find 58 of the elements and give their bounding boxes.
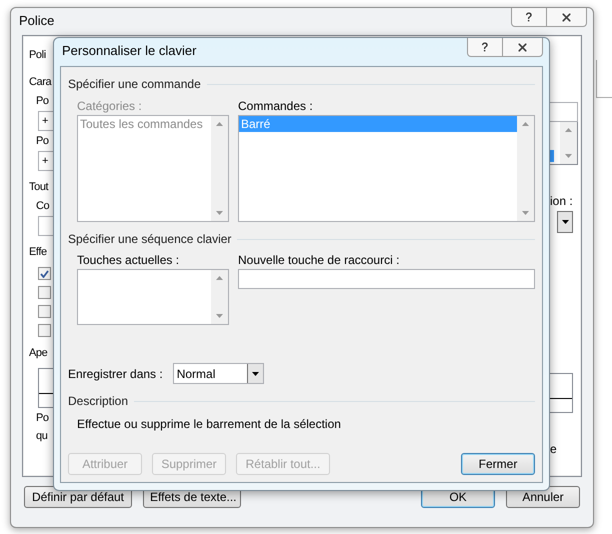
close-icon <box>560 10 573 24</box>
close-button[interactable] <box>503 38 543 57</box>
section-title: Description <box>68 393 128 410</box>
dropdown[interactable]: Normal <box>172 363 264 384</box>
input-field[interactable] <box>550 102 578 122</box>
field-label: ion : <box>550 193 574 209</box>
scroll-down-icon <box>565 154 572 158</box>
scrollbar[interactable] <box>211 270 228 324</box>
field-label: qu <box>36 429 48 444</box>
scroll-down-icon <box>522 211 529 215</box>
list-box[interactable] <box>550 122 578 165</box>
scrollbar[interactable] <box>560 122 577 164</box>
dialog-button[interactable]: Fermer <box>461 453 535 475</box>
close-button[interactable] <box>547 8 587 27</box>
checkbox[interactable] <box>38 305 51 318</box>
field-label: Nouvelle touche de raccourci : <box>238 252 400 269</box>
list-label: Touches actuelles : <box>77 252 180 269</box>
field-label: Po <box>36 134 50 149</box>
list-label: Catégories : <box>77 98 143 115</box>
list-box[interactable] <box>77 269 229 325</box>
input-field[interactable]: + <box>38 151 53 171</box>
section-title: Spécifier une séquence clavier <box>68 231 232 248</box>
section-title: Spécifier une commande <box>68 76 201 93</box>
list-label: Commandes : <box>238 98 314 115</box>
window-title: Personnaliser le clavier <box>62 42 196 60</box>
checkbox[interactable] <box>38 286 51 299</box>
caret-icon <box>252 372 259 376</box>
scroll-up-icon <box>522 122 529 126</box>
scrollbar[interactable] <box>517 116 534 221</box>
input-field[interactable] <box>38 216 53 236</box>
group-label: Ape <box>29 346 48 361</box>
field-label: Po <box>36 94 50 109</box>
checkbox[interactable] <box>38 267 51 280</box>
scroll-down-icon <box>216 211 223 215</box>
window-title: Police <box>19 12 54 30</box>
group-label: Tout <box>29 180 50 195</box>
tab[interactable]: Poli <box>29 44 53 66</box>
check-icon <box>40 270 49 278</box>
group-label: Effe <box>29 245 48 260</box>
input-field[interactable]: + <box>38 111 53 131</box>
group-label: Cara <box>29 75 53 90</box>
field-label: Enregistrer dans : <box>68 366 163 382</box>
help-button[interactable] <box>511 8 547 27</box>
field-label: e <box>550 441 558 457</box>
help-button[interactable] <box>467 38 503 57</box>
scrollbar[interactable] <box>211 116 228 221</box>
input-field[interactable] <box>238 269 535 289</box>
caret-icon <box>562 220 568 224</box>
scroll-down-icon <box>216 314 223 318</box>
scroll-up-icon <box>216 122 223 126</box>
dropdown-button[interactable] <box>557 211 573 233</box>
scroll-up-icon <box>565 128 572 132</box>
description-text: Effectue ou supprime le barrement de la sélection <box>77 416 342 433</box>
checkbox[interactable] <box>38 324 51 337</box>
scroll-up-icon <box>216 276 223 280</box>
close-icon <box>516 40 529 54</box>
field-label: Co <box>36 199 50 214</box>
field-label: Po <box>36 411 50 426</box>
